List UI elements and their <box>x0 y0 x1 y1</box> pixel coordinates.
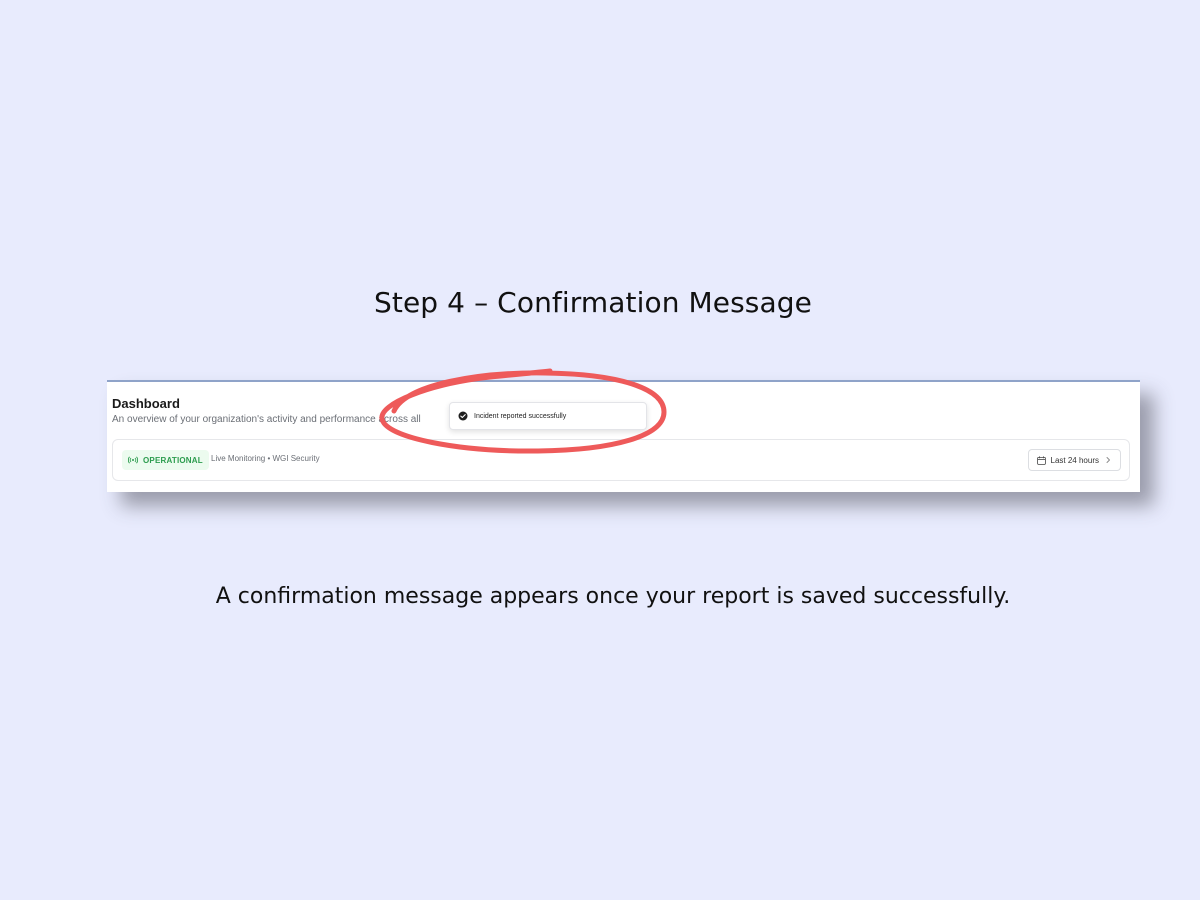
status-bar: OPERATIONAL Live Monitoring • WGI Securi… <box>112 439 1130 481</box>
toast-message: Incident reported successfully <box>474 412 567 420</box>
confirmation-toast[interactable]: Incident reported successfully <box>449 402 647 430</box>
calendar-icon <box>1036 455 1046 465</box>
chevron-right-icon <box>1104 456 1112 464</box>
status-badge: OPERATIONAL <box>122 450 209 470</box>
broadcast-icon <box>128 456 138 464</box>
step-caption: A confirmation message appears once your… <box>215 584 1011 609</box>
page-title: Dashboard <box>112 396 180 411</box>
step-title: Step 4 – Confirmation Message <box>374 286 812 319</box>
monitoring-label: Live Monitoring • WGI Security <box>211 454 320 463</box>
check-circle-icon <box>458 411 468 421</box>
time-range-label: Last 24 hours <box>1050 455 1099 465</box>
time-range-button[interactable]: Last 24 hours <box>1027 449 1121 471</box>
status-badge-label: OPERATIONAL <box>143 455 203 465</box>
page-subtitle: An overview of your organization's activ… <box>112 414 421 425</box>
dashboard-screenshot: Dashboard An overview of your organizati… <box>107 380 1140 492</box>
